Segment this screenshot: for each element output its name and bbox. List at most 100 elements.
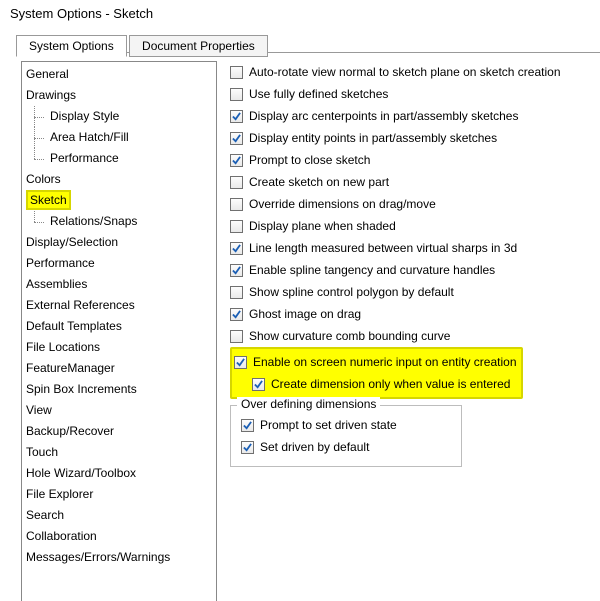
option-row-driven_default: Set driven by default [241, 436, 451, 458]
option-row-ghost_drag: Ghost image on drag [230, 303, 600, 325]
checkbox-prompt_driven[interactable] [241, 419, 254, 432]
option-label: Create dimension only when value is ente… [271, 377, 510, 391]
tree-item-collaboration[interactable]: Collaboration [26, 526, 216, 547]
checkbox-driven_default[interactable] [241, 441, 254, 454]
tree-item-label: Default Templates [26, 319, 122, 333]
option-row-line_length_vs: Line length measured between virtual sha… [230, 237, 600, 259]
checkbox-create_new_part[interactable] [230, 176, 243, 189]
tree-item-display-selection[interactable]: Display/Selection [26, 232, 216, 253]
tree-item-label: Colors [26, 172, 61, 186]
tree-item-assemblies[interactable]: Assemblies [26, 274, 216, 295]
highlighted-option-group: Enable on screen numeric input on entity… [230, 347, 523, 399]
option-row-dim_on_value: Create dimension only when value is ente… [234, 373, 517, 395]
checkbox-fully_defined[interactable] [230, 88, 243, 101]
tree-item-display-style[interactable]: Display Style [26, 106, 216, 127]
checkbox-spline_polygon[interactable] [230, 286, 243, 299]
tree-item-label: Display/Selection [26, 235, 118, 249]
tree-item-sketch[interactable]: Sketch [26, 190, 216, 211]
option-label: Display entity points in part/assembly s… [249, 131, 497, 145]
option-row-fully_defined: Use fully defined sketches [230, 83, 600, 105]
tree-item-label: File Explorer [26, 487, 93, 501]
option-label: Show curvature comb bounding curve [249, 329, 450, 343]
option-label: Show spline control polygon by default [249, 285, 454, 299]
category-tree: General Drawings Display Style Area Hatch/F… [21, 61, 217, 601]
main-panel: General Drawings Display Style Area Hatch/F… [16, 52, 600, 601]
tree-item-label: Spin Box Increments [26, 382, 137, 396]
option-row-plane_shaded: Display plane when shaded [230, 215, 600, 237]
checkbox-prompt_close[interactable] [230, 154, 243, 167]
tree-item-featuremanager[interactable]: FeatureManager [26, 358, 216, 379]
tree-item-file-explorer[interactable]: File Explorer [26, 484, 216, 505]
window-title: System Options - Sketch [0, 0, 600, 29]
checkbox-dim_on_value[interactable] [252, 378, 265, 391]
option-row-entity_points: Display entity points in part/assembly s… [230, 127, 600, 149]
over-defining-group: Over defining dimensionsPrompt to set dr… [230, 405, 462, 467]
checkbox-curv_comb[interactable] [230, 330, 243, 343]
option-row-override_dims: Override dimensions on drag/move [230, 193, 600, 215]
option-row-create_new_part: Create sketch on new part [230, 171, 600, 193]
tree-item-area-hatch-fill[interactable]: Area Hatch/Fill [26, 127, 216, 148]
option-row-prompt_close: Prompt to close sketch [230, 149, 600, 171]
tree-item-view[interactable]: View [26, 400, 216, 421]
option-label: Line length measured between virtual sha… [249, 241, 517, 255]
tree-item-label: File Locations [26, 340, 100, 354]
option-label: Set driven by default [260, 440, 369, 454]
tree-item-label: External References [26, 298, 135, 312]
tree-item-colors[interactable]: Colors [26, 169, 216, 190]
tree-item-label: Messages/Errors/Warnings [26, 550, 170, 564]
tree-item-file-locations[interactable]: File Locations [26, 337, 216, 358]
option-label: Enable on screen numeric input on entity… [253, 355, 517, 369]
option-label: Override dimensions on drag/move [249, 197, 436, 211]
tree-item-drawings[interactable]: Drawings [26, 85, 216, 106]
tree-item-hole-wizard-toolbox[interactable]: Hole Wizard/Toolbox [26, 463, 216, 484]
option-label: Prompt to close sketch [249, 153, 370, 167]
checkbox-line_length_vs[interactable] [230, 242, 243, 255]
tree-item-label: Area Hatch/Fill [50, 130, 129, 144]
checkbox-spline_tangency[interactable] [230, 264, 243, 277]
tree-item-performance[interactable]: Performance [26, 253, 216, 274]
option-label: Enable spline tangency and curvature han… [249, 263, 495, 277]
tree-item-label: Display Style [50, 109, 119, 123]
option-label: Display arc centerpoints in part/assembl… [249, 109, 518, 123]
tab-document-properties[interactable]: Document Properties [129, 35, 268, 57]
tree-item-label: Relations/Snaps [50, 214, 137, 228]
checkbox-arc_centerpoints[interactable] [230, 110, 243, 123]
tree-item-label: Performance [26, 256, 95, 270]
tree-item-spin-box-increments[interactable]: Spin Box Increments [26, 379, 216, 400]
tree-item-relations-snaps[interactable]: Relations/Snaps [26, 211, 216, 232]
tree-item-general[interactable]: General [26, 64, 216, 85]
option-label: Ghost image on drag [249, 307, 361, 321]
tree-item-label: FeatureManager [26, 361, 115, 375]
checkbox-numeric_input[interactable] [234, 356, 247, 369]
tree-item-label: Hole Wizard/Toolbox [26, 466, 136, 480]
tree-item-search[interactable]: Search [26, 505, 216, 526]
tree-item-label: Assemblies [26, 277, 87, 291]
option-label: Auto-rotate view normal to sketch plane … [249, 65, 561, 79]
checkbox-ghost_drag[interactable] [230, 308, 243, 321]
tree-item-label: Search [26, 508, 64, 522]
tree-item-messages-errors-warnings[interactable]: Messages/Errors/Warnings [26, 547, 216, 568]
checkbox-plane_shaded[interactable] [230, 220, 243, 233]
tree-item-default-templates[interactable]: Default Templates [26, 316, 216, 337]
tree-item-label: Touch [26, 445, 58, 459]
tree-item-backup-recover[interactable]: Backup/Recover [26, 421, 216, 442]
tree-item-external-references[interactable]: External References [26, 295, 216, 316]
option-label: Display plane when shaded [249, 219, 396, 233]
option-row-spline_polygon: Show spline control polygon by default [230, 281, 600, 303]
tree-item-label: Performance [50, 151, 119, 165]
option-row-curv_comb: Show curvature comb bounding curve [230, 325, 600, 347]
checkbox-override_dims[interactable] [230, 198, 243, 211]
option-row-spline_tangency: Enable spline tangency and curvature han… [230, 259, 600, 281]
tree-item-label: Collaboration [26, 529, 97, 543]
group-legend: Over defining dimensions [237, 397, 380, 411]
tree-item-touch[interactable]: Touch [26, 442, 216, 463]
tree-item-performance[interactable]: Performance [26, 148, 216, 169]
checkbox-entity_points[interactable] [230, 132, 243, 145]
options-panel: Auto-rotate view normal to sketch plane … [230, 61, 600, 601]
tree-item-label: General [26, 67, 69, 81]
checkbox-auto_rotate[interactable] [230, 66, 243, 79]
option-label: Use fully defined sketches [249, 87, 388, 101]
tab-system-options[interactable]: System Options [16, 35, 127, 57]
system-options-window: System Options - Sketch System Options D… [0, 0, 600, 601]
option-label: Create sketch on new part [249, 175, 389, 189]
